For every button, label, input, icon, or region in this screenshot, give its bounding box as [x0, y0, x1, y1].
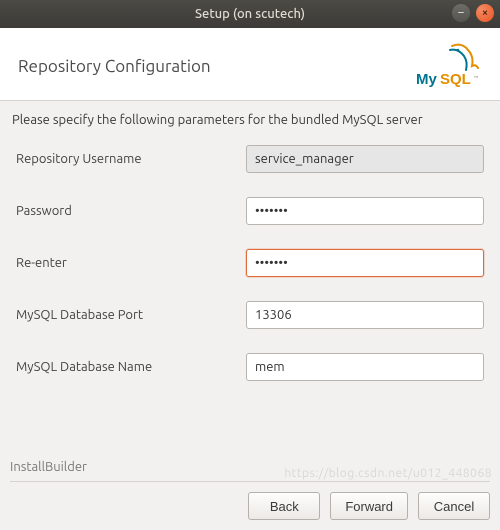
- port-input[interactable]: [246, 301, 484, 329]
- page-title: Repository Configuration: [18, 57, 211, 76]
- content: Please specify the following parameters …: [0, 101, 500, 381]
- username-input[interactable]: [246, 145, 484, 173]
- username-label: Repository Username: [16, 152, 246, 166]
- svg-text:My: My: [416, 71, 437, 88]
- window-controls: – ×: [452, 4, 494, 22]
- password-input[interactable]: [246, 197, 484, 225]
- svg-text:™: ™: [474, 75, 479, 82]
- forward-button[interactable]: Forward: [330, 492, 408, 520]
- password-label: Password: [16, 204, 246, 218]
- titlebar: Setup (on scutech) – ×: [0, 0, 500, 28]
- svg-text:SQL: SQL: [440, 71, 471, 88]
- close-icon[interactable]: ×: [476, 4, 494, 22]
- reenter-input[interactable]: [246, 249, 484, 277]
- dbname-label: MySQL Database Name: [16, 360, 246, 374]
- instruction-text: Please specify the following parameters …: [10, 113, 490, 145]
- reenter-label: Re-enter: [16, 256, 246, 270]
- minimize-icon[interactable]: –: [452, 4, 470, 22]
- button-bar: Back Forward Cancel: [10, 481, 490, 520]
- watermark: https://blog.csdn.net/u012_448068: [284, 467, 492, 480]
- dbname-input[interactable]: [246, 353, 484, 381]
- port-label: MySQL Database Port: [16, 308, 246, 322]
- back-button[interactable]: Back: [248, 492, 320, 520]
- install-builder-label: InstallBuilder: [10, 460, 87, 474]
- cancel-button[interactable]: Cancel: [418, 492, 490, 520]
- form: Repository Username Password Re-enter My…: [10, 145, 490, 381]
- mysql-logo: My SQL ™: [412, 42, 482, 90]
- window-title: Setup (on scutech): [195, 7, 305, 21]
- header: Repository Configuration My SQL ™: [0, 28, 500, 101]
